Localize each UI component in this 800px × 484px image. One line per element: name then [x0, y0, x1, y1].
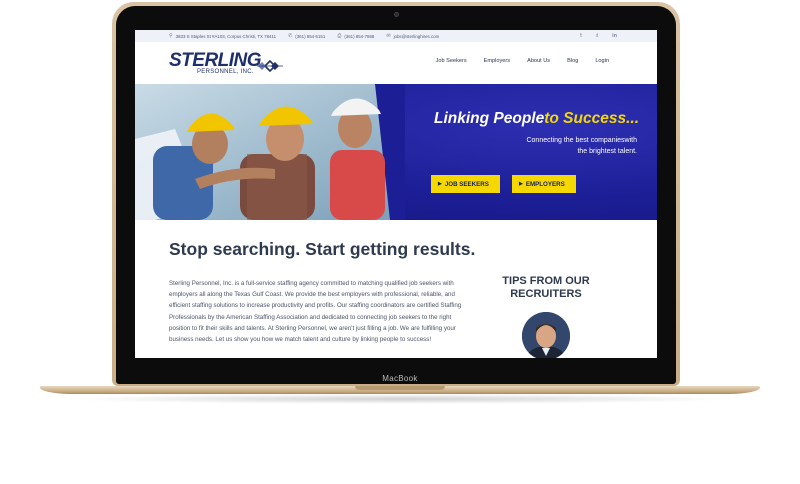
phone-text[interactable]: (361) 854-5151	[295, 34, 325, 39]
hero-subtitle-line1: Connecting the best companieswith	[526, 137, 637, 144]
intro-paragraph: Sterling Personnel, Inc. is a full-servi…	[169, 280, 462, 344]
employers-button[interactable]: ▶ EMPLOYERS	[512, 175, 576, 193]
tips-heading: TIPS FROM OUR RECRUITERS	[502, 275, 590, 300]
page-headline: Stop searching. Start getting results.	[169, 239, 476, 259]
play-arrow-icon: ▶	[519, 181, 523, 187]
phone-item[interactable]: ✆ (361) 854-5151	[288, 33, 325, 39]
laptop-notch	[355, 386, 445, 390]
fax-icon: ⎙	[337, 33, 342, 39]
laptop-brand-label: MacBook	[382, 374, 418, 383]
laptop-shadow	[60, 394, 740, 404]
logo-subtitle: PERSONNEL, INC.	[197, 69, 254, 75]
hero-subtitle-line2: the brightest talent.	[577, 148, 637, 155]
logo-diamond-icon	[257, 59, 283, 73]
address-item: ⚲ 3833 S Staples St #A103, Corpus Christ…	[169, 33, 276, 39]
main-content: Stop searching. Start getting results. S…	[135, 220, 657, 358]
nav-employers[interactable]: Employers	[484, 58, 510, 64]
facebook-icon[interactable]: f	[596, 33, 598, 39]
hero-banner: Linking Peopleto Success... Connecting t…	[135, 84, 657, 220]
email-link[interactable]: jobs@sterlinghires.com	[394, 34, 440, 39]
linkedin-icon[interactable]: in	[612, 33, 617, 39]
recruiter-avatar[interactable]	[522, 312, 570, 358]
fax-item: ⎙ (361) 854-7868	[337, 33, 374, 39]
site-header: STERLING PERSONNEL, INC. Job Seekers Emp…	[135, 42, 657, 84]
sterling-logo[interactable]: STERLING PERSONNEL, INC.	[169, 50, 285, 80]
nav-login[interactable]: Login	[595, 58, 609, 64]
nav-blog[interactable]: Blog	[567, 58, 578, 64]
employers-button-label: EMPLOYERS	[525, 180, 565, 188]
play-arrow-icon: ▶	[438, 181, 442, 187]
hero-title-main: Linking People	[434, 110, 545, 127]
hero-title-accent: to Success...	[544, 110, 639, 127]
browser-viewport: ⚲ 3833 S Staples St #A103, Corpus Christ…	[135, 30, 657, 358]
social-links: 𝕥 f in	[566, 30, 617, 42]
main-nav: Job Seekers Employers About Us Blog Logi…	[419, 58, 609, 64]
hero-title: Linking Peopleto Success...	[434, 110, 639, 128]
phone-icon: ✆	[288, 33, 293, 39]
nav-job-seekers[interactable]: Job Seekers	[436, 58, 467, 64]
fax-text: (361) 854-7868	[344, 33, 375, 39]
twitter-icon[interactable]: 𝕥	[580, 33, 583, 39]
email-item[interactable]: ✉ jobs@sterlinghires.com	[386, 33, 439, 39]
hero-subtitle: Connecting the best companieswith the br…	[467, 135, 637, 157]
webcam-icon	[394, 12, 399, 17]
envelope-icon: ✉	[386, 33, 391, 39]
construction-workers-photo	[135, 84, 405, 220]
address-text: 3833 S Staples St #A103, Corpus Christi,…	[175, 33, 277, 39]
nav-about-us[interactable]: About Us	[527, 58, 550, 64]
recruiter-portrait-icon	[522, 312, 570, 358]
job-seekers-button[interactable]: ▶ JOB SEEKERS	[431, 175, 500, 193]
contact-bar: ⚲ 3833 S Staples St #A103, Corpus Christ…	[135, 30, 657, 42]
map-pin-icon: ⚲	[169, 33, 173, 39]
job-seekers-button-label: JOB SEEKERS	[444, 180, 489, 188]
